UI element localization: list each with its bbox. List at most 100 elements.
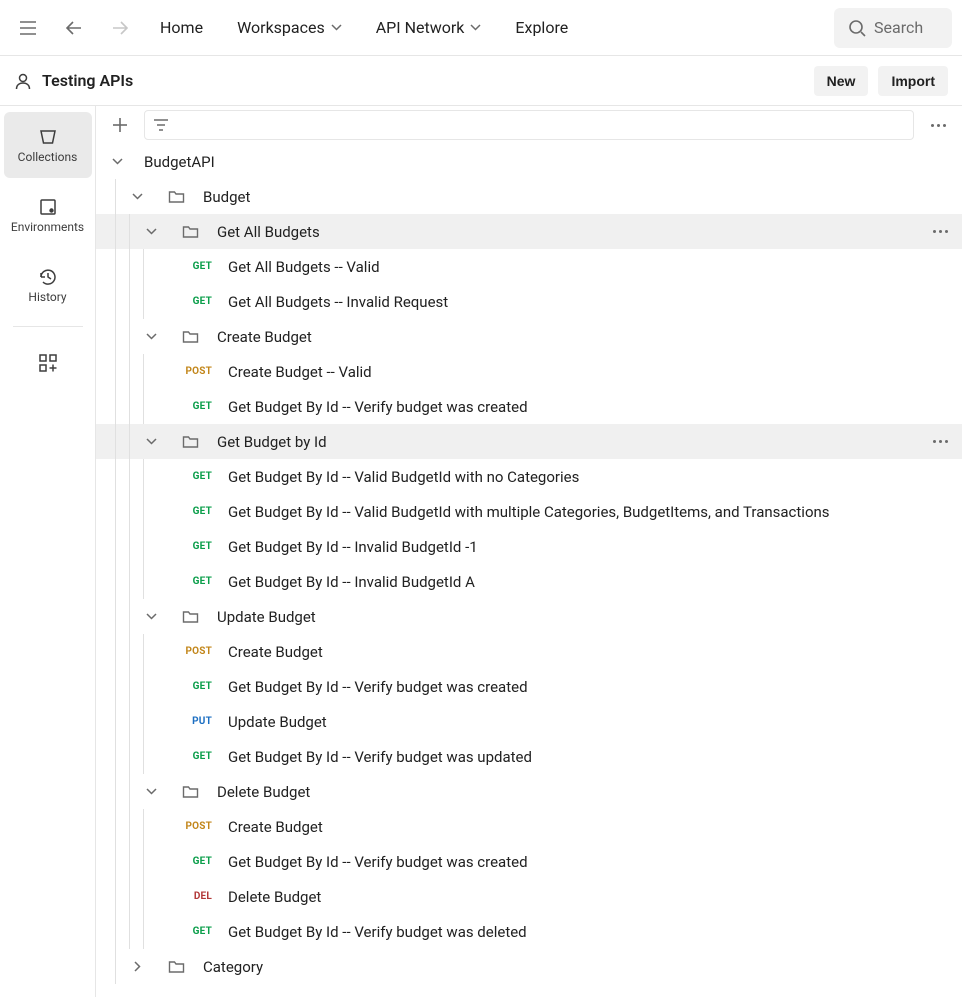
- person-icon: [14, 72, 32, 90]
- folder-name: Delete Budget: [217, 783, 310, 801]
- method-badge: GET: [182, 506, 212, 517]
- request-row[interactable]: GET Get Budget By Id -- Invalid BudgetId…: [96, 564, 962, 599]
- row-options-button[interactable]: [933, 440, 948, 443]
- folder-name: Get Budget by Id: [217, 433, 327, 451]
- method-badge: PUT: [182, 716, 212, 727]
- search-placeholder: Search: [874, 18, 923, 37]
- nav-explore[interactable]: Explore: [503, 12, 580, 43]
- arrow-left-icon: [66, 21, 82, 35]
- grid-plus-icon: [39, 354, 57, 372]
- request-name: Create Budget: [228, 818, 323, 836]
- method-badge: GET: [182, 261, 212, 272]
- folder-icon: [182, 434, 199, 449]
- request-name: Get Budget By Id -- Invalid BudgetId A: [228, 573, 475, 591]
- request-row[interactable]: GET Get Budget By Id -- Invalid BudgetId…: [96, 529, 962, 564]
- request-name: Delete Budget: [228, 888, 321, 906]
- request-row[interactable]: GET Get All Budgets -- Valid: [96, 249, 962, 284]
- chevron-down-icon: [142, 333, 160, 340]
- search-icon: [848, 19, 866, 37]
- request-name: Update Budget: [228, 713, 327, 731]
- request-name: Get Budget By Id -- Verify budget was de…: [228, 923, 527, 941]
- request-row[interactable]: GET Get All Budgets -- Invalid Request: [96, 284, 962, 319]
- method-badge: GET: [182, 576, 212, 587]
- method-badge: GET: [182, 926, 212, 937]
- rail-history-label: History: [28, 290, 66, 304]
- row-options-button[interactable]: [933, 230, 948, 233]
- folder-row[interactable]: Create Budget: [96, 319, 962, 354]
- chevron-down-icon: [128, 193, 146, 200]
- more-icon: [931, 124, 946, 127]
- create-collection-button[interactable]: [104, 109, 136, 141]
- chevron-down-icon: [108, 158, 126, 165]
- method-badge: DEL: [182, 891, 212, 902]
- method-badge: POST: [182, 366, 212, 377]
- request-row[interactable]: GET Get Budget By Id -- Valid BudgetId w…: [96, 494, 962, 529]
- request-row[interactable]: GET Get Budget By Id -- Verify budget wa…: [96, 914, 962, 949]
- request-name: Get Budget By Id -- Valid BudgetId with …: [228, 503, 830, 521]
- folder-name: Category: [203, 958, 263, 976]
- method-badge: POST: [182, 646, 212, 657]
- plus-icon: [112, 117, 128, 133]
- request-name: Create Budget: [228, 643, 323, 661]
- request-row[interactable]: DEL Delete Budget: [96, 879, 962, 914]
- chevron-down-icon: [142, 613, 160, 620]
- request-row[interactable]: PUT Update Budget: [96, 704, 962, 739]
- request-row[interactable]: GET Get Budget By Id -- Verify budget wa…: [96, 389, 962, 424]
- filter-input[interactable]: [144, 110, 914, 140]
- request-name: Create Budget -- Valid: [228, 363, 372, 381]
- filter-icon: [153, 118, 169, 132]
- request-name: Get Budget By Id -- Verify budget was cr…: [228, 398, 528, 416]
- method-badge: GET: [182, 751, 212, 762]
- collection-name: BudgetAPI: [144, 153, 215, 171]
- chevron-down-icon: [142, 438, 160, 445]
- nav-home[interactable]: Home: [148, 12, 215, 43]
- collections-icon: [38, 127, 58, 147]
- workspace-title: Testing APIs: [42, 71, 804, 90]
- folder-row[interactable]: Update Budget: [96, 599, 962, 634]
- request-row[interactable]: GET Get Budget By Id -- Valid BudgetId w…: [96, 459, 962, 494]
- nav-back-button[interactable]: [56, 10, 92, 46]
- nav-api-network[interactable]: API Network: [364, 12, 494, 43]
- chevron-down-icon: [142, 228, 160, 235]
- request-row[interactable]: POST Create Budget: [96, 809, 962, 844]
- rail-environments-label: Environments: [11, 220, 84, 234]
- folder-row[interactable]: Budget: [96, 179, 962, 214]
- environments-icon: [38, 197, 58, 217]
- method-badge: GET: [182, 296, 212, 307]
- folder-icon: [182, 329, 199, 344]
- rail-environments[interactable]: Environments: [4, 182, 92, 248]
- chevron-down-icon: [331, 24, 342, 31]
- request-row[interactable]: POST Create Budget: [96, 634, 962, 669]
- history-icon: [38, 267, 58, 287]
- folder-icon: [168, 959, 185, 974]
- request-row[interactable]: GET Get Budget By Id -- Verify budget wa…: [96, 844, 962, 879]
- rail-collections[interactable]: Collections: [4, 112, 92, 178]
- rail-collections-label: Collections: [18, 150, 78, 164]
- folder-row[interactable]: Get Budget by Id: [96, 424, 962, 459]
- folder-row[interactable]: Delete Budget: [96, 774, 962, 809]
- request-name: Get All Budgets -- Invalid Request: [228, 293, 448, 311]
- request-name: Get Budget By Id -- Verify budget was up…: [228, 748, 532, 766]
- rail-configure[interactable]: [28, 343, 68, 383]
- nav-forward-button[interactable]: [102, 10, 138, 46]
- collection-root[interactable]: BudgetAPI: [96, 144, 962, 179]
- request-row[interactable]: GET Get Budget By Id -- Verify budget wa…: [96, 669, 962, 704]
- import-button[interactable]: Import: [878, 66, 948, 96]
- method-badge: GET: [182, 541, 212, 552]
- nav-api-network-label: API Network: [376, 18, 465, 37]
- chevron-right-icon: [128, 961, 146, 972]
- panel-options-button[interactable]: [922, 109, 954, 141]
- nav-workspaces[interactable]: Workspaces: [225, 12, 354, 43]
- folder-row[interactable]: Category: [96, 949, 962, 984]
- folder-name: Get All Budgets: [217, 223, 320, 241]
- rail-history[interactable]: History: [4, 252, 92, 318]
- search-input[interactable]: Search: [834, 8, 952, 48]
- menu-button[interactable]: [10, 10, 46, 46]
- request-row[interactable]: POST Create Budget -- Valid: [96, 354, 962, 389]
- request-row[interactable]: GET Get Budget By Id -- Verify budget wa…: [96, 739, 962, 774]
- folder-row[interactable]: Get All Budgets: [96, 214, 962, 249]
- folder-icon: [182, 224, 199, 239]
- nav-workspaces-label: Workspaces: [237, 18, 325, 37]
- new-button[interactable]: New: [814, 66, 869, 96]
- request-name: Get All Budgets -- Valid: [228, 258, 380, 276]
